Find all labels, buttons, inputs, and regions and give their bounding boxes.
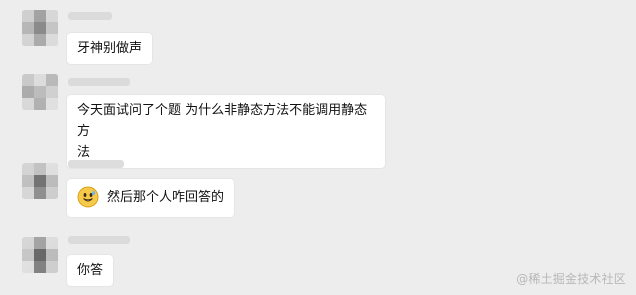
avatar-pixel [22,10,34,22]
avatar-pixel [34,34,46,46]
message-bubble[interactable]: 牙神别做声 [67,33,153,64]
avatar-pixel [34,163,46,175]
message-bubble[interactable]: 然后那个人咋回答的 [67,179,235,217]
avatar-pixel [46,74,58,86]
avatar-pixel [22,175,34,187]
avatar-pixel [34,10,46,22]
avatar-pixel [34,86,46,98]
sender-name-blurred [68,12,112,20]
sender-name-blurred [68,160,124,168]
avatar-pixel [46,187,58,199]
avatar-pixel [22,237,34,249]
avatar-pixel [22,98,34,110]
avatar-pixel [22,34,34,46]
avatar-pixel [46,175,58,187]
avatar-pixel [46,98,58,110]
message-bubble[interactable]: 你答 [67,255,114,286]
avatar-pixel [46,261,58,273]
avatar[interactable] [22,237,58,273]
message-bubble[interactable]: 今天面试问了个题 为什么非静态方法不能调用静态方 法 [67,95,385,168]
avatar-pixel [34,98,46,110]
avatar-pixel [46,34,58,46]
message-text: 今天面试问了个题 为什么非静态方法不能调用静态方 法 [77,103,368,160]
message-text: 然后那个人咋回答的 [107,190,225,205]
sender-name-blurred [68,236,130,244]
avatar-pixel [22,74,34,86]
avatar-pixel [34,237,46,249]
avatar-pixel [34,175,46,187]
chat-area: 牙神别做声 今天面试问了个题 为什么非静态方法不能调用静态方 法 然后那个人咋回… [0,0,636,295]
avatar[interactable] [22,10,58,46]
avatar-pixel [46,249,58,261]
grinning-sweat-emoji-icon [77,186,99,208]
avatar-pixel [46,22,58,34]
watermark: @稀土掘金技术社区 [516,272,626,286]
avatar-pixel [46,86,58,98]
avatar-pixel [34,187,46,199]
avatar-pixel [22,163,34,175]
avatar-pixel [46,10,58,22]
avatar-pixel [22,249,34,261]
avatar-pixel [34,249,46,261]
avatar-pixel [46,237,58,249]
avatar-pixel [46,163,58,175]
message-text: 牙神别做声 [77,41,143,56]
avatar-pixel [34,74,46,86]
avatar-pixel [22,22,34,34]
avatar-pixel [34,261,46,273]
avatar[interactable] [22,163,58,199]
avatar-pixel [34,22,46,34]
avatar-pixel [22,86,34,98]
avatar[interactable] [22,74,58,110]
avatar-pixel [22,187,34,199]
avatar-pixel [22,261,34,273]
sender-name-blurred [68,78,130,86]
message-text: 你答 [77,263,104,278]
